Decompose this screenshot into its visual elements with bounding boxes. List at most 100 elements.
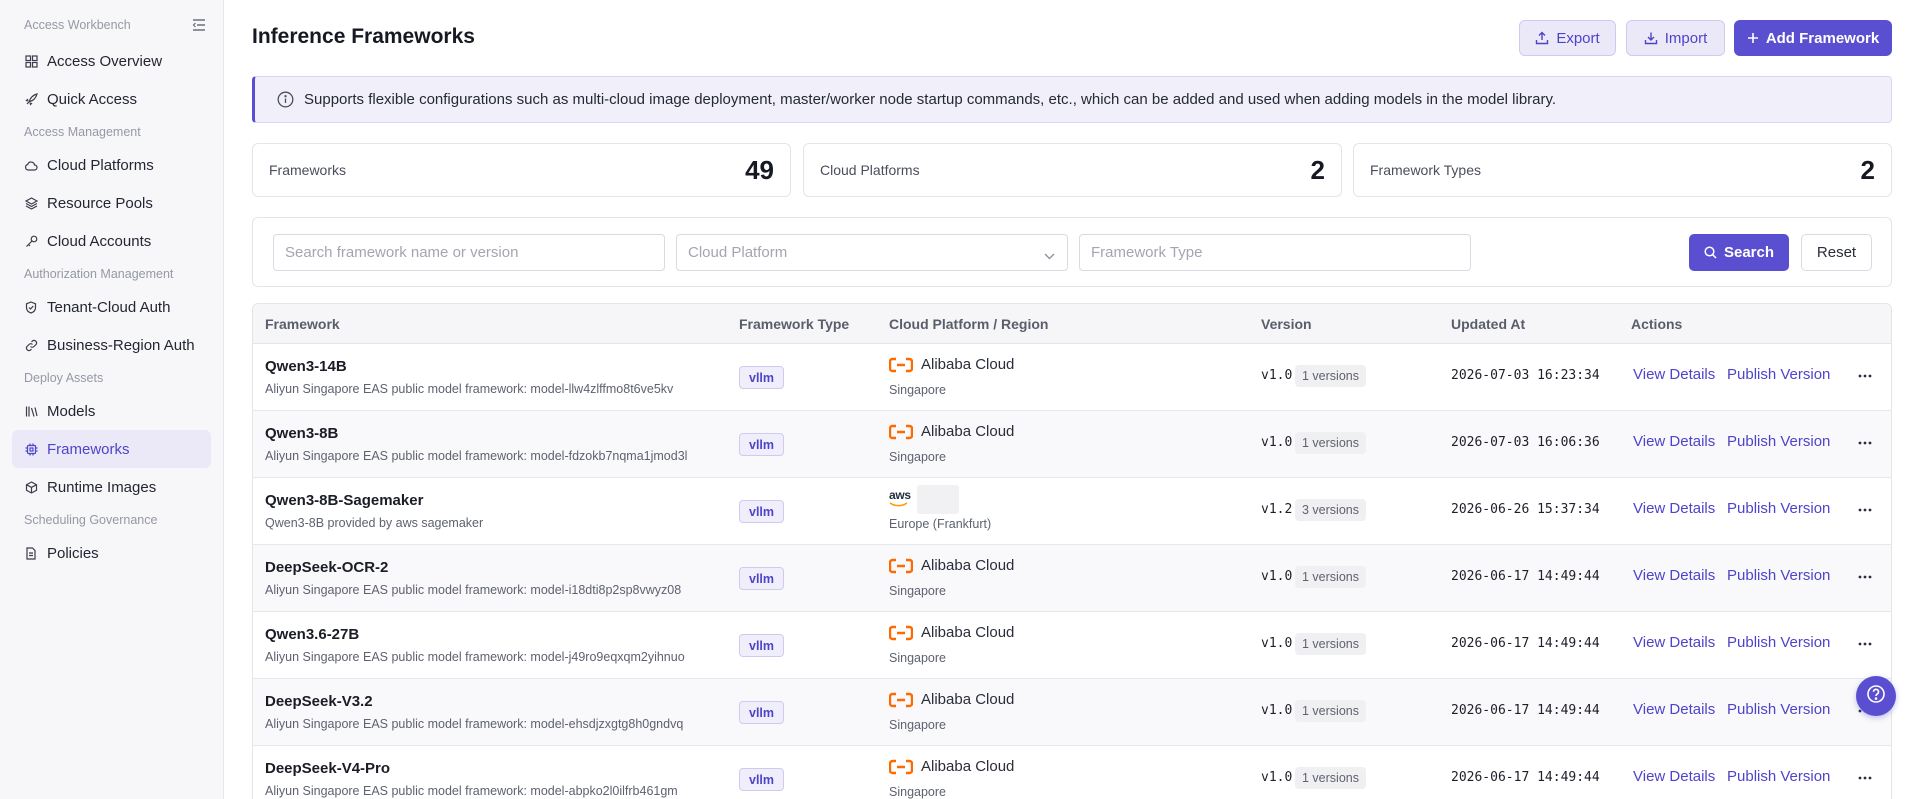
region: Singapore (889, 718, 946, 732)
publish-version-link[interactable]: Publish Version (1727, 500, 1830, 517)
framework-type-tag: vllm (739, 634, 785, 657)
framework-type-tag: vllm (739, 567, 785, 590)
table-row: Qwen3-8B-Sagemaker Qwen3-8B provided by … (253, 478, 1891, 545)
sidebar-item-access-overview[interactable]: Access Overview (12, 42, 211, 80)
sidebar-item-label: Models (47, 402, 96, 420)
table-row: DeepSeek-V3.2 Aliyun Singapore EAS publi… (253, 679, 1891, 746)
view-details-link[interactable]: View Details (1633, 701, 1715, 718)
link-icon (24, 338, 38, 352)
sidebar: Access Workbench Access Overview Quick A… (0, 0, 224, 799)
add-framework-button[interactable]: Add Framework (1734, 20, 1892, 56)
sidebar-item-label: Access Overview (47, 52, 163, 70)
alibaba-cloud-logo-icon (889, 424, 913, 440)
publish-version-link[interactable]: Publish Version (1727, 634, 1830, 651)
framework-type-tag: vllm (739, 366, 785, 389)
framework-name: Qwen3-8B-Sagemaker (265, 492, 424, 509)
sidebar-item-quick-access[interactable]: Quick Access (12, 80, 211, 118)
view-details-link[interactable]: View Details (1633, 634, 1715, 651)
help-button[interactable] (1856, 676, 1896, 716)
framework-description: Aliyun Singapore EAS public model framew… (265, 583, 682, 597)
more-actions-icon[interactable] (1857, 770, 1873, 786)
more-actions-icon[interactable] (1857, 502, 1873, 518)
framework-type-field[interactable] (1079, 234, 1471, 271)
publish-version-link[interactable]: Publish Version (1727, 701, 1830, 718)
sidebar-item-label: Frameworks (47, 440, 130, 458)
region: Singapore (889, 584, 946, 598)
column-header: Framework Type (739, 316, 850, 332)
version: v1.0 (1261, 703, 1293, 718)
more-actions-icon[interactable] (1857, 435, 1873, 451)
stat-card-frameworks: Frameworks 49 (252, 143, 791, 197)
version-count-badge: 1 versions (1295, 432, 1366, 454)
stat-label: Cloud Platforms (820, 162, 920, 178)
reset-button[interactable]: Reset (1801, 234, 1872, 271)
sidebar-section-title: Scheduling Governance (24, 513, 158, 527)
sidebar-item-business-region-auth[interactable]: Business-Region Auth (12, 326, 211, 364)
version: v1.0 (1261, 636, 1293, 651)
publish-version-link[interactable]: Publish Version (1727, 433, 1830, 450)
version-count-badge: 1 versions (1295, 365, 1366, 387)
version: v1.0 (1261, 435, 1293, 450)
search-button[interactable]: Search (1689, 234, 1789, 271)
sidebar-item-policies[interactable]: Policies (12, 534, 211, 572)
sidebar-item-cloud-accounts[interactable]: Cloud Accounts (12, 222, 211, 260)
more-actions-icon[interactable] (1857, 636, 1873, 652)
framework-type-tag: vllm (739, 701, 785, 724)
export-button[interactable]: Export (1519, 20, 1616, 56)
frameworks-table: Framework Framework Type Cloud Platform … (252, 303, 1892, 799)
import-button[interactable]: Import (1626, 20, 1725, 56)
framework-description: Aliyun Singapore EAS public model framew… (265, 382, 674, 396)
version-count-badge: 1 versions (1295, 700, 1366, 722)
column-header: Version (1261, 316, 1312, 332)
sidebar-item-label: Cloud Platforms (47, 156, 154, 174)
column-header: Cloud Platform / Region (889, 316, 1049, 332)
alibaba-cloud-logo-icon (889, 625, 913, 641)
menu-collapse-icon[interactable] (191, 18, 207, 32)
view-details-link[interactable]: View Details (1633, 433, 1715, 450)
publish-version-link[interactable]: Publish Version (1727, 768, 1830, 785)
updated-at: 2026-06-17 14:49:44 (1451, 703, 1600, 718)
alibaba-cloud-logo-icon (889, 692, 913, 708)
updated-at: 2026-06-17 14:49:44 (1451, 770, 1600, 785)
updated-at: 2026-07-03 16:23:34 (1451, 368, 1600, 383)
view-details-link[interactable]: View Details (1633, 567, 1715, 584)
view-details-link[interactable]: View Details (1633, 768, 1715, 785)
table-row: Qwen3.6-27B Aliyun Singapore EAS public … (253, 612, 1891, 679)
cloud-platform-select[interactable]: Cloud Platform (676, 234, 1068, 271)
sidebar-item-label: Policies (47, 544, 99, 562)
table-row: DeepSeek-V4-Pro Aliyun Singapore EAS pub… (253, 746, 1891, 799)
sidebar-item-label: Business-Region Auth (47, 336, 195, 354)
sidebar-section-title: Deploy Assets (24, 371, 104, 385)
sidebar-section-title: Authorization Management (24, 267, 174, 281)
column-header: Updated At (1451, 316, 1526, 332)
search-input[interactable] (285, 244, 664, 261)
sidebar-item-frameworks[interactable]: Frameworks (12, 430, 211, 468)
stat-card-cloud-platforms: Cloud Platforms 2 (803, 143, 1342, 197)
sidebar-item-resource-pools[interactable]: Resource Pools (12, 184, 211, 222)
main-content: Inference Frameworks Export Import Add F… (252, 0, 1892, 799)
more-actions-icon[interactable] (1857, 569, 1873, 585)
sidebar-item-models[interactable]: Models (12, 392, 211, 430)
platform-name: Alibaba Cloud (921, 624, 1015, 641)
publish-version-link[interactable]: Publish Version (1727, 567, 1830, 584)
sidebar-item-runtime-images[interactable]: Runtime Images (12, 468, 211, 506)
reset-label: Reset (1816, 244, 1857, 261)
stat-value: 49 (745, 154, 774, 185)
search-field[interactable] (273, 234, 665, 271)
table-header: Framework Framework Type Cloud Platform … (253, 304, 1891, 344)
export-label: Export (1556, 29, 1600, 47)
view-details-link[interactable]: View Details (1633, 500, 1715, 517)
stat-label: Frameworks (269, 162, 347, 178)
view-details-link[interactable]: View Details (1633, 366, 1715, 383)
sidebar-item-tenant-cloud-auth[interactable]: Tenant-Cloud Auth (12, 288, 211, 326)
framework-name: DeepSeek-V4-Pro (265, 760, 391, 777)
publish-version-link[interactable]: Publish Version (1727, 366, 1830, 383)
more-actions-icon[interactable] (1857, 368, 1873, 384)
framework-name: Qwen3.6-27B (265, 626, 360, 643)
document-icon (24, 546, 38, 560)
framework-type-input[interactable] (1091, 244, 1470, 261)
sidebar-item-cloud-platforms[interactable]: Cloud Platforms (12, 146, 211, 184)
framework-description: Qwen3-8B provided by aws sagemaker (265, 516, 484, 530)
sidebar-item-label: Tenant-Cloud Auth (47, 298, 171, 316)
framework-name: DeepSeek-V3.2 (265, 693, 373, 710)
